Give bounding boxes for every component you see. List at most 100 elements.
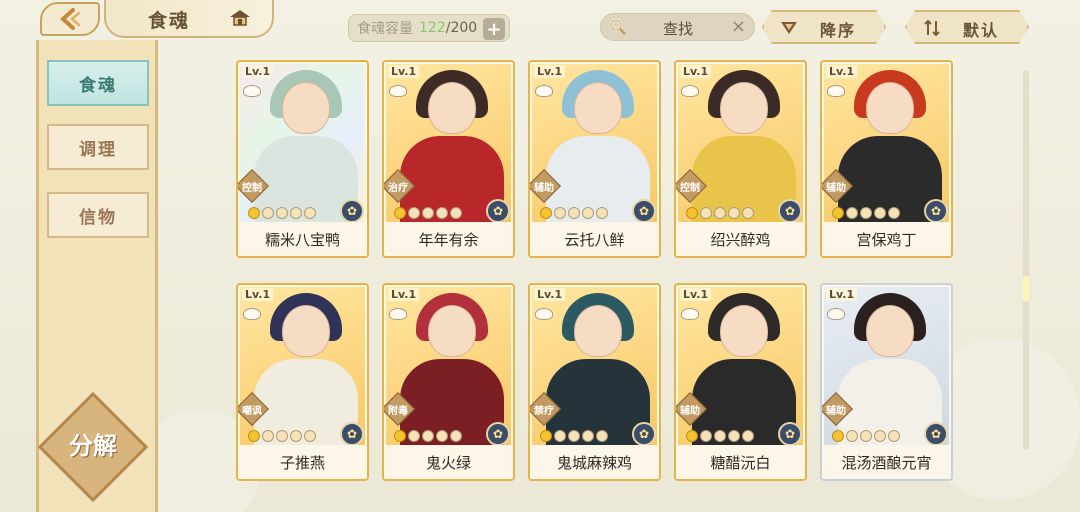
sort-order-label: 降序 bbox=[820, 21, 857, 40]
role-label: 辅助 bbox=[534, 183, 554, 194]
role-label: 禁疗 bbox=[534, 406, 554, 417]
tab-conditioning[interactable]: 调理 bbox=[47, 124, 149, 170]
element-flower-icon: ✿ bbox=[340, 422, 364, 446]
food-soul-grid: Lv.1 控制 ✿ 糯米八宝鸭 Lv.1 治疗 ✿ 年年有余 Lv.1 辅助 ✿… bbox=[236, 60, 956, 481]
star-icon bbox=[686, 207, 698, 219]
scrollbar-thumb[interactable] bbox=[1023, 276, 1029, 302]
star-icon bbox=[248, 430, 260, 442]
element-flower-icon: ✿ bbox=[340, 199, 364, 223]
emblem-icon bbox=[535, 85, 553, 97]
star-icon bbox=[832, 207, 844, 219]
page-title: 食魂 bbox=[148, 10, 191, 32]
character-face bbox=[866, 82, 914, 134]
food-soul-card[interactable]: Lv.1 附毒 ✿ 鬼火绿 bbox=[382, 283, 515, 481]
card-name: 绍兴醉鸡 bbox=[676, 222, 805, 256]
element-flower-icon: ✿ bbox=[778, 199, 802, 223]
element-flower-icon: ✿ bbox=[924, 199, 948, 223]
back-button[interactable] bbox=[40, 2, 100, 36]
role-label: 治疗 bbox=[388, 183, 408, 194]
star-rating bbox=[832, 206, 900, 220]
level-label: Lv.1 bbox=[534, 288, 566, 301]
star-icon bbox=[436, 207, 448, 219]
character-face bbox=[428, 82, 476, 134]
star-icon bbox=[860, 207, 872, 219]
food-soul-card[interactable]: Lv.1 辅助 ✿ 宫保鸡丁 bbox=[820, 60, 953, 258]
scrollbar-track[interactable] bbox=[1023, 70, 1029, 450]
star-icon bbox=[276, 207, 288, 219]
food-soul-card[interactable]: Lv.1 辅助 ✿ 云托八鲜 bbox=[528, 60, 661, 258]
expand-capacity-button[interactable]: + bbox=[483, 18, 505, 40]
capacity-max: /200 bbox=[445, 20, 478, 36]
star-icon bbox=[686, 430, 698, 442]
star-icon bbox=[394, 207, 406, 219]
star-icon bbox=[262, 207, 274, 219]
star-icon bbox=[450, 207, 462, 219]
star-icon bbox=[540, 430, 552, 442]
star-icon bbox=[290, 207, 302, 219]
emblem-icon bbox=[389, 85, 407, 97]
food-soul-card[interactable]: Lv.1 辅助 ✿ 糖醋沅白 bbox=[674, 283, 807, 481]
character-face bbox=[720, 82, 768, 134]
pagoda-icon bbox=[230, 10, 250, 26]
level-label: Lv.1 bbox=[242, 288, 274, 301]
capacity-current: 122 bbox=[419, 20, 446, 36]
character-face bbox=[282, 82, 330, 134]
character-face bbox=[720, 305, 768, 357]
back-arrow-icon bbox=[60, 8, 81, 30]
star-icon bbox=[276, 430, 288, 442]
clear-search-button[interactable]: × bbox=[731, 16, 746, 37]
card-name: 年年有余 bbox=[384, 222, 513, 256]
star-icon bbox=[568, 207, 580, 219]
search-label: 查找 bbox=[663, 20, 694, 38]
star-icon bbox=[408, 207, 420, 219]
star-icon bbox=[742, 430, 754, 442]
food-soul-card[interactable]: Lv.1 禁疗 ✿ 鬼城麻辣鸡 bbox=[528, 283, 661, 481]
sort-swap-icon bbox=[923, 20, 941, 36]
card-name: 混汤酒酿元宵 bbox=[822, 445, 951, 479]
card-name: 宫保鸡丁 bbox=[822, 222, 951, 256]
food-soul-card[interactable]: Lv.1 治疗 ✿ 年年有余 bbox=[382, 60, 515, 258]
tab-tokens[interactable]: 信物 bbox=[47, 192, 149, 238]
level-label: Lv.1 bbox=[826, 65, 858, 78]
tab-food-souls[interactable]: 食魂 bbox=[47, 60, 149, 106]
star-icon bbox=[422, 430, 434, 442]
sort-default-button[interactable]: 默认 bbox=[905, 10, 1029, 44]
food-soul-card[interactable]: Lv.1 嘲讽 ✿ 子推燕 bbox=[236, 283, 369, 481]
level-label: Lv.1 bbox=[534, 65, 566, 78]
role-label: 控制 bbox=[242, 183, 262, 194]
card-name: 鬼火绿 bbox=[384, 445, 513, 479]
search-bar[interactable]: 查找 × bbox=[600, 13, 755, 41]
role-label: 辅助 bbox=[680, 406, 700, 417]
star-icon bbox=[408, 430, 420, 442]
star-rating bbox=[394, 429, 462, 443]
star-icon bbox=[262, 430, 274, 442]
character-face bbox=[428, 305, 476, 357]
star-icon bbox=[728, 207, 740, 219]
star-icon bbox=[846, 430, 858, 442]
star-icon bbox=[596, 430, 608, 442]
star-rating bbox=[540, 206, 608, 220]
emblem-icon bbox=[681, 85, 699, 97]
capacity-display: 食魂容量 122 /200 + bbox=[348, 14, 510, 42]
character-face bbox=[866, 305, 914, 357]
level-label: Lv.1 bbox=[680, 65, 712, 78]
star-rating bbox=[540, 429, 608, 443]
star-icon bbox=[874, 207, 886, 219]
role-label: 辅助 bbox=[826, 183, 846, 194]
emblem-icon bbox=[243, 308, 261, 320]
sort-order-button[interactable]: 降序 bbox=[762, 10, 886, 44]
role-label: 控制 bbox=[680, 183, 700, 194]
level-label: Lv.1 bbox=[242, 65, 274, 78]
element-flower-icon: ✿ bbox=[486, 199, 510, 223]
card-name: 糖醋沅白 bbox=[676, 445, 805, 479]
food-soul-card[interactable]: Lv.1 辅助 ✿ 混汤酒酿元宵 bbox=[820, 283, 953, 481]
food-soul-card[interactable]: Lv.1 控制 ✿ 绍兴醉鸡 bbox=[674, 60, 807, 258]
food-soul-card[interactable]: Lv.1 控制 ✿ 糯米八宝鸭 bbox=[236, 60, 369, 258]
star-icon bbox=[554, 207, 566, 219]
star-icon bbox=[846, 207, 858, 219]
star-icon bbox=[304, 207, 316, 219]
star-icon bbox=[540, 207, 552, 219]
star-icon bbox=[596, 207, 608, 219]
star-icon bbox=[874, 430, 886, 442]
star-icon bbox=[888, 207, 900, 219]
